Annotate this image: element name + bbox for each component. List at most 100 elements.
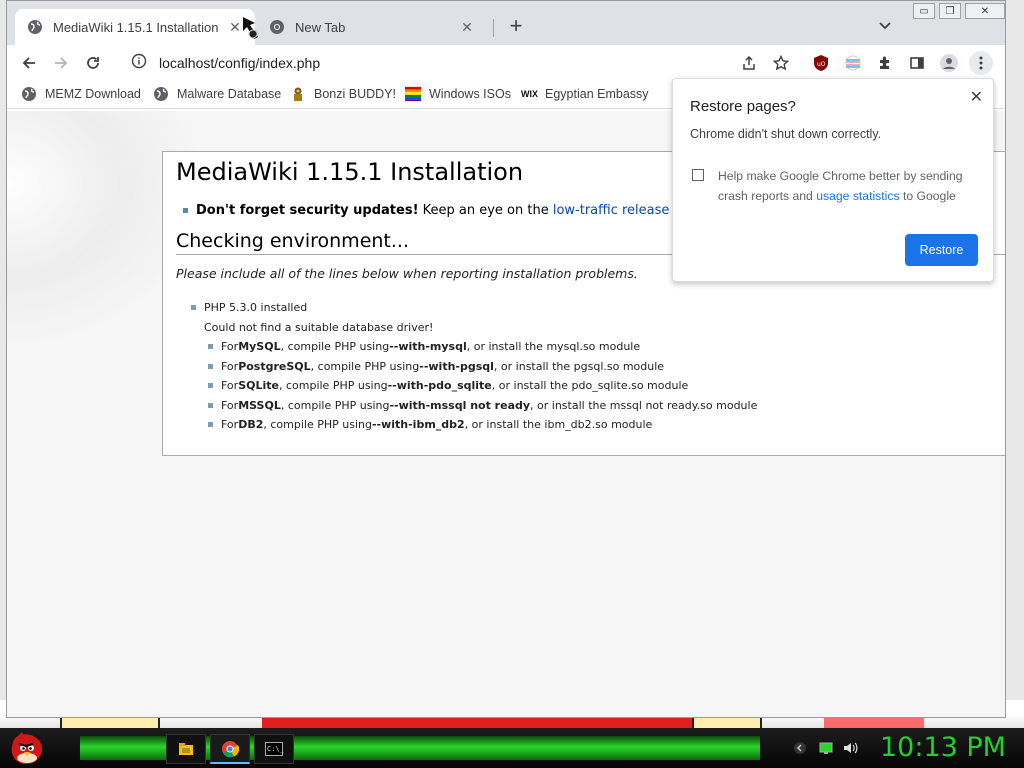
command-prompt-icon[interactable]: C:\_ xyxy=(254,734,294,764)
tab-new-tab[interactable]: New Tab ✕ xyxy=(257,9,487,45)
driver-mid: , compile PHP using xyxy=(280,340,390,354)
ublock-icon[interactable]: uO xyxy=(809,51,833,75)
bullet-icon xyxy=(208,383,213,389)
driver-suffix: , or install the mssql not ready.so modu… xyxy=(530,398,758,412)
taskbar-clock[interactable]: 10:13 PM xyxy=(880,732,1006,763)
bullet-icon xyxy=(208,402,213,408)
bookmark-star-icon[interactable] xyxy=(769,51,793,75)
section-title: Checking environment... xyxy=(176,230,409,252)
back-icon[interactable] xyxy=(17,51,41,75)
report-note: Please include all of the lines below wh… xyxy=(176,266,638,281)
browser-toolbar: localhost/config/index.php uO xyxy=(7,45,1005,81)
mouse-cursor-icon xyxy=(241,15,267,41)
page-title: MediaWiki 1.15.1 Installation xyxy=(176,158,524,186)
driver-name: SQLite xyxy=(238,379,279,393)
start-angry-bird-icon[interactable] xyxy=(8,730,46,766)
driver-name: PostgreSQL xyxy=(238,359,311,373)
tab-label: MediaWiki 1.15.1 Installation xyxy=(53,19,219,35)
driver-suffix: , or install the ibm_db2.so module xyxy=(464,418,653,432)
profile-avatar-icon[interactable] xyxy=(937,51,961,75)
tab-mediawiki[interactable]: MediaWiki 1.15.1 Installation ✕ xyxy=(15,9,255,45)
driver-prefix: For xyxy=(221,359,239,373)
volume-icon[interactable] xyxy=(842,740,858,756)
driver-item: For DB2, compile PHP using --with-ibm_db… xyxy=(191,415,757,435)
network-icon[interactable] xyxy=(818,740,834,756)
chrome-icon xyxy=(269,19,285,35)
side-panel-icon[interactable] xyxy=(905,51,929,75)
driver-flag: --with-pgsql xyxy=(419,359,494,373)
php-installed-text: PHP 5.3.0 installed xyxy=(204,301,308,315)
driver-flag: --with-mysql xyxy=(389,340,467,354)
restore-button[interactable]: Restore xyxy=(905,234,978,266)
environment-list: PHP 5.3.0 installed Could not find a sui… xyxy=(191,298,757,435)
puzzle-icon[interactable] xyxy=(873,51,897,75)
driver-name: DB2 xyxy=(238,418,264,432)
driver-suffix: , or install the pdo_sqlite.so module xyxy=(491,379,689,393)
close-window-icon[interactable]: ✕ xyxy=(965,3,1005,19)
minimize-icon[interactable]: ▭ xyxy=(913,3,935,19)
address-bar[interactable]: localhost/config/index.php xyxy=(117,49,877,77)
bullet-icon xyxy=(183,208,188,213)
driver-flag: --with-ibm_db2 xyxy=(371,418,465,432)
tab-strip: MediaWiki 1.15.1 Installation ✕ New Tab … xyxy=(7,1,1005,45)
dialog-title: Restore pages? xyxy=(690,98,796,115)
driver-item: For MySQL, compile PHP using --with-mysq… xyxy=(191,337,757,357)
windows-flag-icon xyxy=(405,86,421,102)
bookmark-label: Windows ISOs xyxy=(429,87,511,101)
driver-item: For MSSQL, compile PHP using --with-mssq… xyxy=(191,396,757,416)
bonzi-icon xyxy=(290,86,306,102)
menu-kebab-icon[interactable] xyxy=(969,51,993,75)
show-hidden-icons-icon[interactable] xyxy=(792,740,808,756)
file-explorer-icon[interactable] xyxy=(166,734,206,764)
wix-icon: WIX xyxy=(521,89,538,99)
tab-label: New Tab xyxy=(295,19,346,35)
bookmark-label: Bonzi BUDDY! xyxy=(314,87,396,101)
usage-statistics-link[interactable]: usage statistics xyxy=(816,189,899,203)
window-controls: ▭ ❐ ✕ xyxy=(909,3,1005,21)
globe-icon xyxy=(21,86,37,102)
taskbar: C:\_ 10:13 PM xyxy=(0,728,1024,768)
close-icon[interactable]: ✕ xyxy=(970,87,983,107)
driver-suffix: , or install the mysql.so module xyxy=(466,340,641,354)
checkbox-text-end: to Google xyxy=(899,189,956,203)
chrome-icon[interactable] xyxy=(210,734,250,764)
bookmark-windows-isos[interactable]: Windows ISOs xyxy=(405,86,511,102)
driver-mid: , compile PHP using xyxy=(280,398,390,412)
crash-report-checkbox[interactable] xyxy=(692,169,704,181)
new-tab-icon[interactable]: + xyxy=(505,15,527,37)
url-text: localhost/config/index.php xyxy=(159,55,321,71)
forward-icon[interactable] xyxy=(49,51,73,75)
bookmark-egyptian-embassy[interactable]: WIX Egyptian Embassy xyxy=(521,86,649,102)
driver-suffix: , or install the pgsql.so module xyxy=(493,359,665,373)
driver-mid: , compile PHP using xyxy=(310,359,420,373)
bookmark-malware-database[interactable]: Malware Database xyxy=(153,86,281,102)
driver-prefix: For xyxy=(221,379,239,393)
bookmark-label: Egyptian Embassy xyxy=(545,87,649,101)
chevron-down-icon[interactable] xyxy=(877,17,893,33)
reload-icon[interactable] xyxy=(81,51,105,75)
db-error-text: Could not find a suitable database drive… xyxy=(204,320,434,334)
bookmark-label: Malware Database xyxy=(177,87,282,101)
cmd-label: C:\_ xyxy=(265,742,284,756)
driver-flag: --with-pdo_sqlite xyxy=(387,379,492,393)
extension-flag-icon[interactable] xyxy=(841,51,865,75)
list-item: Could not find a suitable database drive… xyxy=(191,318,757,338)
svg-text:uO: uO xyxy=(817,61,826,68)
security-text: Keep an eye on the xyxy=(418,203,553,218)
restore-pages-dialog: Restore pages? ✕ Chrome didn't shut down… xyxy=(672,78,994,282)
bookmark-label: MEMZ Download xyxy=(45,87,141,101)
driver-item: For PostgreSQL, compile PHP using --with… xyxy=(191,357,757,377)
tab-separator xyxy=(493,19,494,37)
crash-report-label: Help make Google Chrome better by sendin… xyxy=(718,166,978,206)
bookmark-memz-download[interactable]: MEMZ Download xyxy=(21,86,141,102)
bookmark-bonzi-buddy[interactable]: Bonzi BUDDY! xyxy=(290,86,396,102)
dialog-message: Chrome didn't shut down correctly. xyxy=(690,127,882,141)
info-icon[interactable] xyxy=(131,53,147,74)
maximize-icon[interactable]: ❐ xyxy=(939,3,961,19)
tab-close-icon[interactable]: ✕ xyxy=(459,19,475,36)
share-icon[interactable] xyxy=(737,51,761,75)
driver-item: For SQLite, compile PHP using --with-pdo… xyxy=(191,376,757,396)
driver-flag: --with-mssql not ready xyxy=(389,398,531,412)
driver-name: MySQL xyxy=(238,340,281,354)
driver-name: MSSQL xyxy=(238,398,281,412)
